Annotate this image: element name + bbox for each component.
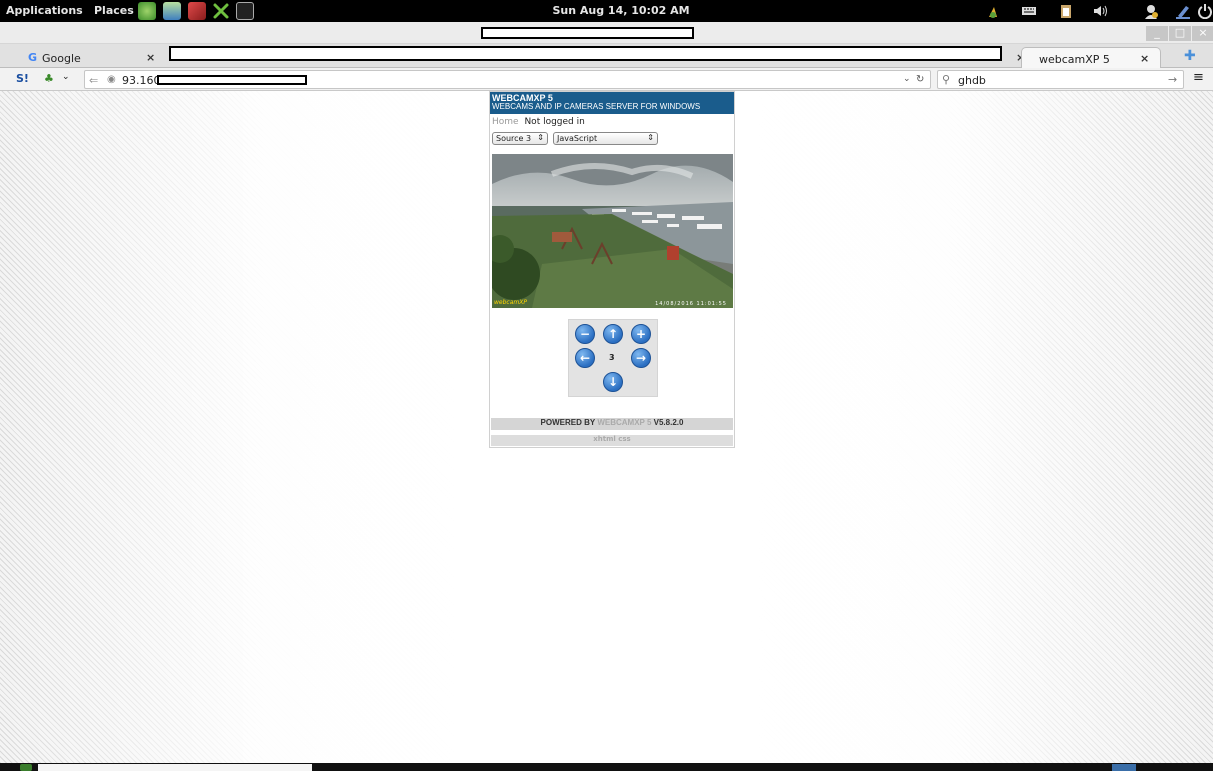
camera-image[interactable]: webcamXP 14/08/2016 11:01:55: [492, 154, 733, 308]
top-panel: Applications Places Sun Aug 14, 10:02 AM: [0, 0, 1213, 22]
keyboard-icon[interactable]: [1021, 3, 1037, 19]
redacted-tabs: [169, 46, 1002, 61]
footer-links[interactable]: xhtml css: [491, 435, 733, 446]
applications-menu[interactable]: Applications: [6, 4, 83, 17]
preset-number: 3: [609, 353, 615, 362]
pencil-icon[interactable]: [1175, 3, 1191, 19]
minimize-button[interactable]: _: [1146, 26, 1168, 41]
zoom-in-icon[interactable]: +: [631, 324, 651, 344]
terminal-icon[interactable]: [236, 2, 254, 20]
tab-webcamxp[interactable]: webcamXP 5 ×: [1021, 47, 1161, 68]
addon-icon[interactable]: ♣: [44, 72, 54, 85]
tab-label: webcamXP 5: [1039, 53, 1110, 66]
search-value: ghdb: [958, 74, 986, 87]
bottom-panel: [0, 763, 1213, 771]
powered-by-bar: POWERED BY WEBCAMXP 5 V5.8.2.0: [491, 418, 733, 430]
power-icon[interactable]: [1197, 3, 1213, 20]
workspace-switcher[interactable]: [1112, 764, 1136, 771]
arrow-down-icon[interactable]: ↓: [603, 372, 623, 392]
mode-select-value: JavaScript: [557, 134, 598, 143]
arrow-up-icon[interactable]: ↑: [603, 324, 623, 344]
page-subtitle: WEBCAMS AND IP CAMERAS SERVER FOR WINDOW…: [492, 102, 701, 111]
camera-timestamp: 14/08/2016 11:01:55: [655, 301, 727, 307]
clipboard-icon[interactable]: [1058, 3, 1074, 19]
search-icon: ⚲: [942, 73, 951, 86]
ruby-icon[interactable]: [188, 2, 206, 20]
user-icon[interactable]: [1143, 3, 1159, 19]
camera-watermark: webcamXP: [494, 299, 527, 306]
chevron-down-icon[interactable]: ⌄: [62, 72, 70, 82]
menu-icon[interactable]: ≡: [1193, 70, 1204, 85]
powered-brand[interactable]: WEBCAMXP 5: [597, 418, 651, 427]
url-field[interactable]: ⇐ ◉ 93.160 ⌄ ↻: [84, 70, 931, 89]
powered-prefix: POWERED BY: [540, 418, 596, 427]
webcamxp-panel: WEBCAMXP 5 WEBCAMS AND IP CAMERAS SERVER…: [489, 91, 735, 448]
google-icon: G: [28, 51, 38, 64]
zoom-out-icon[interactable]: −: [575, 324, 595, 344]
login-status: Not logged in: [524, 117, 585, 127]
mode-select[interactable]: JavaScript ⇕: [553, 132, 658, 145]
url-text: 93.160: [122, 74, 161, 87]
webcam-nav: Home Not logged in: [492, 117, 585, 127]
close-tab-icon[interactable]: ×: [1140, 52, 1149, 65]
select-arrow-icon: ⇕: [647, 133, 654, 142]
arrow-left-icon[interactable]: ←: [575, 348, 595, 368]
tab-google[interactable]: G Google ×: [20, 47, 163, 68]
arrow-right-icon[interactable]: →: [631, 348, 651, 368]
taskbar-window-button[interactable]: [38, 764, 312, 771]
hp-icon[interactable]: [985, 3, 1001, 19]
new-tab-icon[interactable]: ✚: [1184, 49, 1198, 64]
volume-icon[interactable]: [1092, 3, 1108, 19]
source-select-value: Source 3: [496, 134, 532, 143]
back-icon[interactable]: ⇐: [89, 74, 98, 87]
globe-icon[interactable]: [138, 2, 156, 20]
places-menu[interactable]: Places: [94, 4, 134, 17]
select-arrow-icon: ⇕: [537, 133, 544, 142]
image-viewer-icon[interactable]: [163, 2, 181, 20]
version: V5.8.2.0: [653, 418, 684, 427]
url-dropdown-icon[interactable]: ⌄: [903, 74, 911, 84]
navigation-bar: S! ♣ ⌄ ⇐ ◉ 93.160 ⌄ ↻ ⚲ ghdb → ≡: [0, 68, 1213, 91]
close-window-button[interactable]: ×: [1192, 26, 1213, 41]
search-go-icon[interactable]: →: [1168, 73, 1177, 86]
search-input[interactable]: ⚲ ghdb →: [937, 70, 1184, 89]
window-title-bar[interactable]: _ □ ×: [0, 22, 1213, 44]
redacted-url: [157, 75, 307, 85]
home-link[interactable]: Home: [492, 117, 519, 127]
webcamxp-header: WEBCAMXP 5 WEBCAMS AND IP CAMERAS SERVER…: [490, 92, 734, 114]
page-viewport: WEBCAMXP 5 WEBCAMS AND IP CAMERAS SERVER…: [0, 91, 1213, 763]
redacted-window-title: [481, 27, 694, 39]
clock[interactable]: Sun Aug 14, 10:02 AM: [551, 4, 691, 17]
ptz-controls: − ↑ + ← 3 → ↓: [568, 319, 658, 397]
tab-strip: G Google × × webcamXP 5 × ✚: [0, 44, 1213, 68]
maximize-button[interactable]: □: [1169, 26, 1191, 41]
show-desktop-icon[interactable]: [20, 764, 32, 771]
source-select[interactable]: Source 3 ⇕: [492, 132, 548, 145]
globe-icon: ◉: [107, 74, 116, 85]
tools-icon[interactable]: [212, 2, 230, 20]
reload-icon[interactable]: ↻: [916, 74, 924, 85]
bookmark-icon[interactable]: S!: [16, 72, 29, 85]
tab-label: Google: [42, 52, 81, 65]
close-tab-icon[interactable]: ×: [146, 51, 155, 64]
